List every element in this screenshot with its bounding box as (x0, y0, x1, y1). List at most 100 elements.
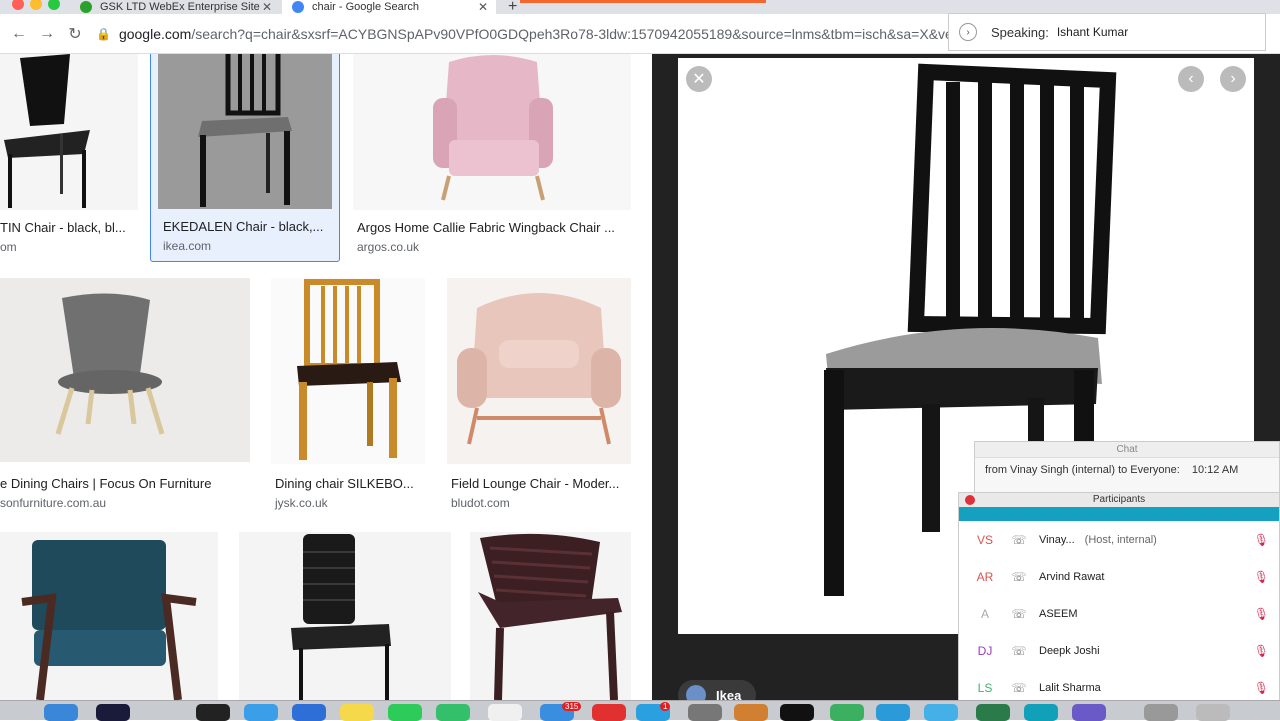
result-caption[interactable]: EKEDALEN Chair - black,... (163, 219, 333, 234)
mic-muted-icon[interactable]: 🎙 (1254, 681, 1269, 695)
result-image[interactable] (470, 532, 631, 700)
notes-icon[interactable] (340, 704, 374, 721)
phone-icon: ☏ (1011, 569, 1027, 584)
result-image[interactable] (239, 532, 451, 700)
close-icon[interactable]: ✕ (262, 0, 272, 14)
result-image[interactable] (0, 54, 138, 210)
mic-muted-icon[interactable]: 🎙 (1254, 533, 1269, 547)
result-caption[interactable]: e Dining Chairs | Focus On Furniture (0, 476, 250, 491)
pink-wingback-chair-image (433, 55, 553, 201)
phone-icon: ☏ (1011, 532, 1027, 547)
result-card[interactable]: TIN Chair - black, bl... om (0, 54, 140, 260)
safari-icon[interactable] (244, 704, 278, 721)
selected-result-card[interactable]: EKEDALEN Chair - black,... ikea.com (150, 54, 340, 262)
recording-indicator (520, 0, 766, 3)
back-button[interactable]: ← (5, 25, 33, 43)
music-icon[interactable] (592, 704, 626, 721)
participant-row[interactable]: A ☏ ASEEM 🎙 (959, 595, 1279, 632)
close-window-button[interactable] (12, 0, 24, 10)
minimize-window-button[interactable] (30, 0, 42, 10)
participant-name: Arvind Rawat (1039, 570, 1105, 583)
result-image[interactable] (0, 532, 218, 700)
browser-tab-bar: GSK LTD WebEx Enterprise Site ✕ chair - … (0, 0, 1280, 15)
tab-google-search[interactable]: chair - Google Search ✕ (282, 0, 496, 14)
participant-avatar: VS (976, 532, 993, 547)
participant-name: Vinay... (1039, 533, 1075, 546)
chat-panel: Chat from Vinay Singh (internal) to Ever… (974, 441, 1280, 493)
mail-badge: 315 (562, 702, 582, 711)
preview-app-icon[interactable] (924, 704, 958, 721)
result-caption[interactable]: Field Lounge Chair - Moder... (451, 476, 631, 491)
speaking-panel: › Speaking: Ishant Kumar (948, 13, 1266, 51)
result-source: bludot.com (451, 496, 510, 510)
chevron-right-icon[interactable]: › (959, 23, 977, 41)
terminal-icon[interactable] (780, 704, 814, 721)
result-source: ikea.com (163, 239, 212, 253)
participant-row[interactable]: AR ☏ Arvind Rawat 🎙 (959, 558, 1279, 595)
result-image[interactable] (271, 278, 425, 464)
silkeborg-chair-image (297, 279, 401, 460)
system-preferences-icon[interactable] (688, 704, 722, 721)
close-preview-button[interactable]: ✕ (686, 66, 712, 92)
chrome-icon[interactable] (830, 704, 864, 721)
mic-muted-icon[interactable]: 🎙 (1254, 570, 1269, 584)
forward-button[interactable]: → (33, 25, 61, 43)
webex-teams-icon[interactable] (1024, 704, 1058, 721)
result-card[interactable]: Dining chair SILKEBO... jysk.co.uk (271, 278, 425, 514)
numbers-icon[interactable] (976, 704, 1010, 721)
result-caption[interactable]: Dining chair SILKEBO... (275, 476, 425, 491)
result-source: argos.co.uk (357, 240, 420, 254)
sublime-text-icon[interactable] (734, 704, 768, 721)
result-caption[interactable]: TIN Chair - black, bl... (0, 220, 138, 235)
result-card[interactable] (470, 532, 631, 700)
participant-row[interactable]: DJ ☏ Deepk Joshi 🎙 (959, 632, 1279, 669)
tab-webex[interactable]: GSK LTD WebEx Enterprise Site ✕ (70, 0, 280, 14)
participant-row[interactable]: VS ☏ Vinay... (Host, internal) 🎙 (959, 521, 1279, 558)
close-panel-button[interactable] (965, 495, 975, 505)
plastic-chair-image (478, 533, 622, 700)
photos-icon[interactable] (488, 704, 522, 721)
close-icon: ✕ (692, 71, 706, 88)
result-image[interactable] (158, 54, 332, 209)
siri-icon[interactable] (96, 704, 130, 721)
webex-icon (80, 1, 92, 13)
facetime-icon[interactable] (436, 704, 470, 721)
address-bar[interactable]: 🔒 google.com/search?q=chair&sxsrf=ACYBGN… (96, 21, 956, 47)
result-image[interactable] (0, 278, 250, 462)
black-chair-image (4, 54, 90, 208)
finder-icon[interactable] (44, 704, 78, 721)
lock-icon: 🔒 (96, 27, 111, 41)
trash-icon[interactable] (1196, 704, 1230, 721)
participant-avatar: DJ (977, 643, 993, 658)
participant-avatar: AR (976, 569, 994, 584)
participant-name: ASEEM (1039, 607, 1078, 620)
participant-name: Lalit Sharma (1039, 681, 1101, 694)
reload-button[interactable]: ↻ (61, 24, 89, 44)
next-image-button[interactable]: › (1220, 66, 1246, 92)
downloads-icon[interactable] (1144, 704, 1178, 721)
result-card[interactable] (0, 532, 218, 700)
mic-muted-icon[interactable]: 🎙 (1254, 644, 1269, 658)
result-caption[interactable]: Argos Home Callie Fabric Wingback Chair … (357, 220, 631, 235)
participant-avatar: A (980, 606, 989, 621)
messages-icon[interactable] (388, 704, 422, 721)
mic-muted-icon[interactable]: 🎙 (1254, 607, 1269, 621)
calendar-icon[interactable] (292, 704, 326, 721)
phone-icon: ☏ (1011, 606, 1027, 621)
teal-armchair-image (21, 540, 197, 700)
image-results-grid: TIN Chair - black, bl... om EKEDALEN Cha… (0, 54, 652, 700)
app-icon[interactable] (1072, 704, 1106, 721)
result-card[interactable]: e Dining Chairs | Focus On Furniture son… (0, 278, 250, 514)
close-icon[interactable]: ✕ (478, 0, 488, 14)
result-card[interactable]: Argos Home Callie Fabric Wingback Chair … (353, 54, 631, 260)
zoom-window-button[interactable] (48, 0, 60, 10)
activity-monitor-icon[interactable] (196, 704, 230, 721)
chat-message: from Vinay Singh (internal) to Everyone:… (975, 458, 1279, 482)
result-image[interactable] (353, 54, 631, 210)
result-card[interactable]: Field Lounge Chair - Moder... bludot.com (447, 278, 631, 514)
result-image[interactable] (447, 278, 631, 464)
result-card[interactable] (239, 532, 451, 700)
field-lounge-chair-image (457, 293, 621, 445)
webex-dock-icon[interactable] (876, 704, 910, 721)
previous-image-button[interactable]: ‹ (1178, 66, 1204, 92)
